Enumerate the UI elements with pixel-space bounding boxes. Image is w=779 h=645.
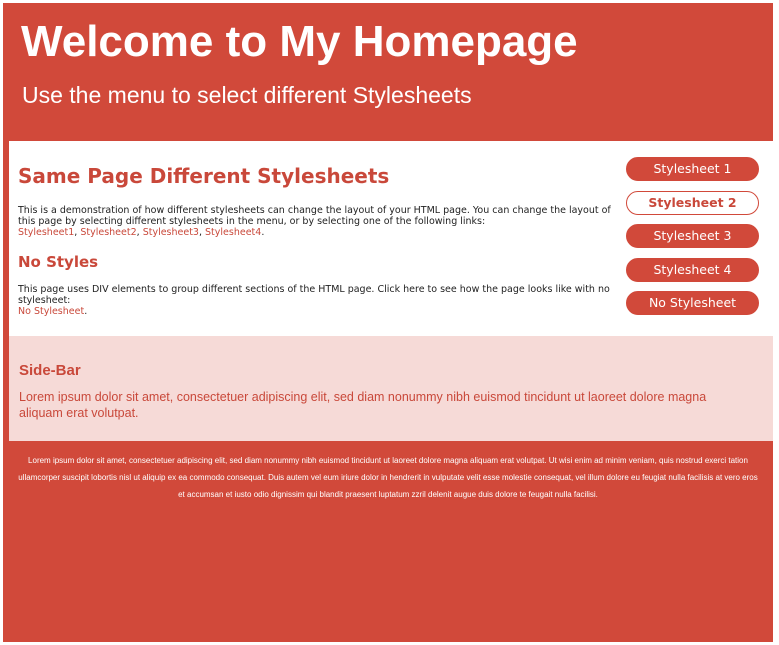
sidebar-heading: Side-Bar [19,362,81,379]
no-styles-heading: No Styles [18,253,99,271]
sidebar-text: Lorem ipsum dolor sit amet, consectetuer… [19,390,707,420]
menu-button-stylesheet-3[interactable]: Stylesheet 3 [626,224,759,248]
page-subtitle: Use the menu to select different Stylesh… [22,82,472,108]
intro-text: This is a demonstration of how different… [18,205,611,227]
menu-button-stylesheet-4[interactable]: Stylesheet 4 [626,257,759,282]
menu-button-stylesheet-1[interactable]: Stylesheet 1 [626,157,759,181]
stylesheet-menu: Stylesheet 1 Stylesheet 2 Stylesheet 3 S… [626,157,761,325]
no-styles-text: This page uses DIV elements to group dif… [18,284,610,306]
link-stylesheet3[interactable]: Stylesheet3 [143,227,199,238]
page-frame: Welcome to My Homepage Use the menu to s… [3,3,773,642]
menu-button-stylesheet-2[interactable]: Stylesheet 2 [626,190,759,215]
side-bar: Side-Bar Lorem ipsum dolor sit amet, con… [9,336,773,441]
footer-text: Lorem ipsum dolor sit amet, consectetuer… [18,456,758,499]
link-no-stylesheet[interactable]: No Stylesheet [18,306,84,317]
link-stylesheet4[interactable]: Stylesheet4 [205,227,261,238]
main-heading: Same Page Different Stylesheets [18,164,390,188]
menu-button-no-stylesheet[interactable]: No Stylesheet [626,291,759,315]
footer: Lorem ipsum dolor sit amet, consectetuer… [3,452,773,503]
intro-paragraph: This is a demonstration of how different… [18,205,611,238]
main-content: Same Page Different Stylesheets This is … [9,141,773,336]
no-styles-paragraph: This page uses DIV elements to group dif… [18,284,610,317]
link-stylesheet1[interactable]: Stylesheet1 [18,227,74,238]
page-title: Welcome to My Homepage [21,17,578,66]
header: Welcome to My Homepage Use the menu to s… [3,3,773,141]
link-stylesheet2[interactable]: Stylesheet2 [80,227,136,238]
